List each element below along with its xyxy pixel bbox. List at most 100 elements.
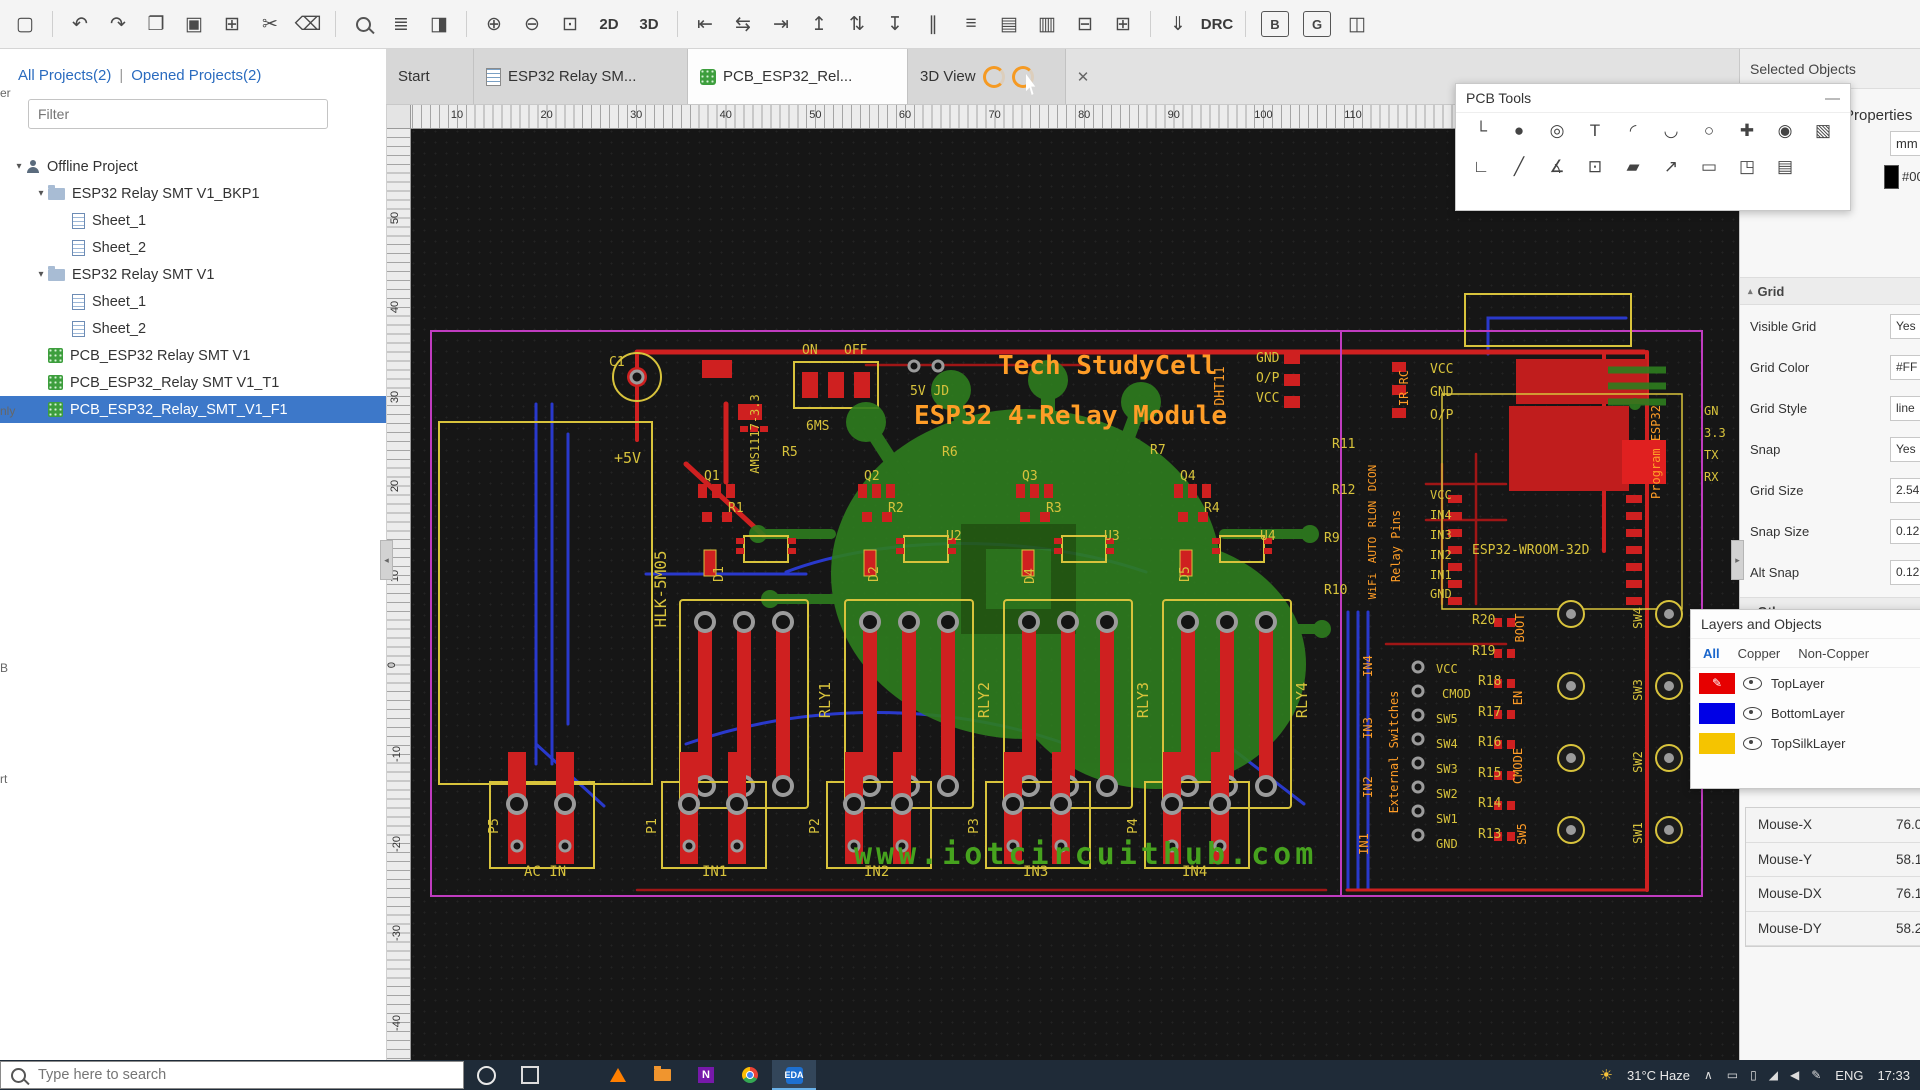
duplicate-icon[interactable]: ⊞ [213,7,251,41]
layers-panel-title[interactable]: Layers and Objects [1691,610,1920,639]
rows-icon[interactable]: ▤ [990,7,1028,41]
file-explorer-icon[interactable] [552,1060,596,1090]
rect-icon[interactable]: ▭ [1690,151,1728,183]
visibility-eye-icon[interactable] [1743,677,1762,690]
expand-arrow-icon[interactable]: ▾ [34,188,48,199]
group-icon[interactable]: ◳ [1728,151,1766,183]
circle-icon[interactable]: ○ [1690,115,1728,147]
pcb-canvas[interactable]: C1+5VONOFF5V JD6MSAMS1117-3.3HLK-5M05GND… [386,104,1739,1060]
line-icon[interactable]: ╱ [1500,151,1538,183]
dimension-icon[interactable]: ↗ [1652,151,1690,183]
unit-select[interactable]: mm [1890,131,1920,156]
view-3d-button[interactable]: 3D [629,7,669,41]
arc2-icon[interactable]: ◡ [1652,115,1690,147]
tree-item-pcb-esp32-relay-smt-v1-t1[interactable]: PCB_ESP32_Relay SMT V1_T1 [0,369,386,396]
background-color-swatch[interactable] [1884,165,1899,189]
tab-pcb[interactable]: PCB_ESP32_Rel... [688,49,908,104]
origin-icon[interactable]: ∟ [1462,151,1500,183]
opened-projects-link[interactable]: Opened Projects(2) [131,67,261,84]
tree-item-sheet-1[interactable]: Sheet_1 [0,288,386,315]
clock[interactable]: 17:33 [1877,1068,1910,1083]
property-value-grid-color[interactable]: #FF [1890,355,1920,380]
zoom-in-icon[interactable]: ⊕ [475,7,513,41]
layer-color-swatch[interactable] [1699,733,1735,754]
property-value-alt-snap[interactable]: 0.12 [1890,560,1920,585]
tree-item-pcb-esp32-relay-smt-v1-f1[interactable]: PCB_ESP32_Relay_SMT_V1_F1 [0,396,386,423]
layer-color-swatch[interactable] [1699,703,1735,724]
image-icon[interactable]: ▧ [1804,115,1842,147]
text-icon[interactable]: T [1576,115,1614,147]
find-similar-icon[interactable]: ≣ [382,7,420,41]
sidebar-collapse-handle[interactable]: ◂ [380,540,393,580]
distribute-horizontal-icon[interactable]: ⇆ [724,7,762,41]
tree-item-sheet-1[interactable]: Sheet_1 [0,207,386,234]
tab-close-button[interactable]: ✕ [1066,49,1100,104]
columns-icon[interactable]: ▥ [1028,7,1066,41]
visibility-eye-icon[interactable] [1743,707,1762,720]
arc-icon[interactable]: ◜ [1614,115,1652,147]
expand-arrow-icon[interactable]: ▾ [12,161,26,172]
pcb-drawing[interactable]: C1+5VONOFF5V JD6MSAMS1117-3.3HLK-5M05GND… [386,104,1739,1060]
vlc-icon[interactable] [596,1060,640,1090]
task-view-icon[interactable] [508,1060,552,1090]
tab-schematic[interactable]: ESP32 Relay SM... [474,49,688,104]
search-input[interactable] [36,1066,420,1084]
gerber-button[interactable]: G [1303,11,1331,37]
align-top-icon[interactable]: ↥ [800,7,838,41]
undo-icon[interactable]: ↶ [61,7,99,41]
view-2d-button[interactable]: 2D [589,7,629,41]
align-right-icon[interactable]: ⇥ [762,7,800,41]
fill-icon[interactable]: ◨ [420,7,458,41]
cut-icon[interactable]: ✂ [251,7,289,41]
tree-item-pcb-esp32-relay-smt-v1[interactable]: PCB_ESP32 Relay SMT V1 [0,342,386,369]
panelize-icon[interactable]: ▤ [1766,151,1804,183]
minimize-button[interactable]: — [1825,90,1840,107]
import-icon[interactable]: ⇓ [1159,7,1197,41]
expand-icon[interactable]: ⊞ [1104,7,1142,41]
onenote-icon[interactable]: N [684,1060,728,1090]
battery-icon[interactable]: ▯ [1750,1068,1757,1082]
language-indicator[interactable]: ENG [1835,1068,1863,1083]
volume-icon[interactable]: ◀ [1790,1068,1799,1082]
layer-color-swatch[interactable]: ✎ [1699,673,1735,694]
panel-collapse-handle[interactable]: ▸ [1731,540,1744,580]
align-vertical-center-icon[interactable]: ≡ [952,7,990,41]
tree-item-sheet-2[interactable]: Sheet_2 [0,234,386,261]
chevron-up-icon[interactable]: ∧ [1704,1068,1713,1082]
zoom-fit-icon[interactable]: ⊡ [551,7,589,41]
tab-start[interactable]: Start [386,49,474,104]
property-value-snap-size[interactable]: 0.12 [1890,519,1920,544]
grid-section-header[interactable]: ▴ Grid [1740,277,1920,305]
layer-tab-copper[interactable]: Copper [1738,646,1781,661]
cortana-icon[interactable] [464,1060,508,1090]
via-icon[interactable]: ◎ [1538,115,1576,147]
filter-input[interactable] [28,99,328,129]
easyeda-icon[interactable]: EDA [772,1060,816,1090]
package-icon[interactable]: ◫ [1338,7,1376,41]
zoom-out-icon[interactable]: ⊖ [513,7,551,41]
redo-icon[interactable]: ↷ [99,7,137,41]
expand-arrow-icon[interactable]: ▾ [34,269,48,280]
pad-icon[interactable]: ● [1500,115,1538,147]
move-icon[interactable]: ✚ [1728,115,1766,147]
distribute-vertical-icon[interactable]: ⇅ [838,7,876,41]
touchpad-icon[interactable]: ▭ [1727,1068,1738,1082]
drc-button[interactable]: DRC [1197,7,1237,41]
layer-tab-non-copper[interactable]: Non-Copper [1798,646,1869,661]
tree-item-esp32-relay-smt-v1-bkp1[interactable]: ▾ESP32 Relay SMT V1_BKP1 [0,180,386,207]
tree-item-sheet-2[interactable]: Sheet_2 [0,315,386,342]
new-file-icon[interactable]: ▢ [6,7,44,41]
search-icon[interactable] [344,7,382,41]
tree-item-esp32-relay-smt-v1[interactable]: ▾ESP32 Relay SMT V1 [0,261,386,288]
hole-icon[interactable]: ◉ [1766,115,1804,147]
align-bottom-icon[interactable]: ↧ [876,7,914,41]
align-left-icon[interactable]: ⇤ [686,7,724,41]
copper-area-icon[interactable]: ▰ [1614,151,1652,183]
weather-text[interactable]: 31°C Haze [1627,1068,1690,1083]
tab-3d-view[interactable]: 3D View [908,49,1066,104]
track-icon[interactable]: └ [1462,115,1500,147]
paste-icon[interactable]: ▣ [175,7,213,41]
protractor-icon[interactable]: ∡ [1538,151,1576,183]
chrome-icon[interactable] [728,1060,772,1090]
all-projects-link[interactable]: All Projects(2) [18,67,111,84]
